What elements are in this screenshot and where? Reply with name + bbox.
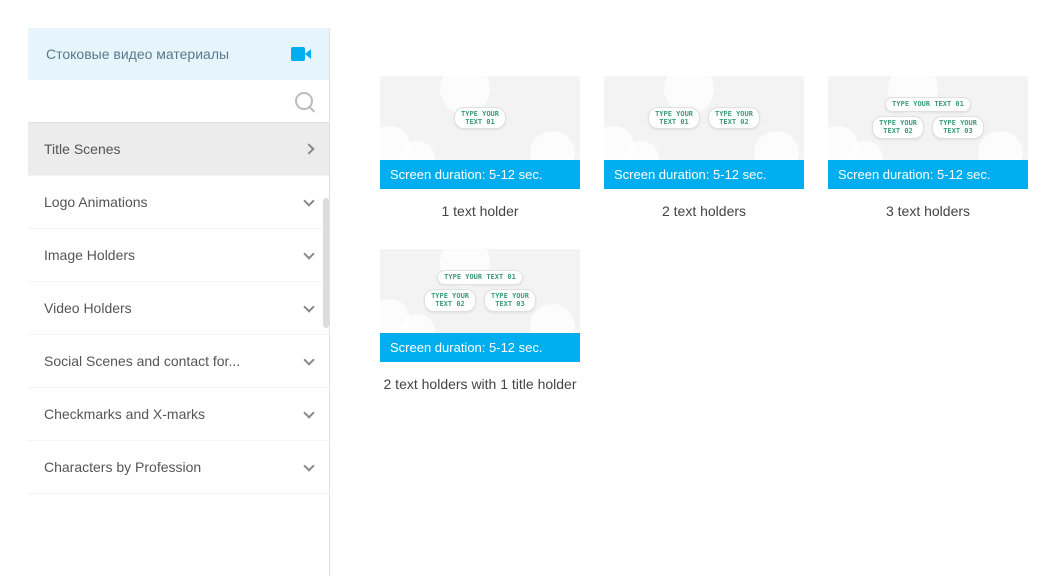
category-item[interactable]: Image Holders: [28, 229, 329, 282]
category-item[interactable]: Checkmarks and X-marks: [28, 388, 329, 441]
scene-caption: 1 text holder: [380, 203, 580, 219]
content-area: TYPE YOURTEXT 01 Screen duration: 5-12 se…: [330, 28, 1063, 576]
category-label: Title Scenes: [44, 141, 121, 157]
preview-text-tag: TYPE YOURTEXT 03: [932, 116, 984, 139]
stock-video-label: Стоковые видео материалы: [46, 46, 229, 62]
chevron-down-icon: [303, 460, 314, 471]
preview-text-tag: TYPE YOURTEXT 01: [648, 107, 700, 130]
preview-text-tag: TYPE YOUR TEXT 01: [885, 97, 971, 111]
category-item[interactable]: Social Scenes and contact for...: [28, 335, 329, 388]
preview-text-tag: TYPE YOURTEXT 02: [424, 289, 476, 312]
category-item[interactable]: Title Scenes: [28, 123, 329, 176]
preview-text-tag: TYPE YOURTEXT 01: [454, 107, 506, 130]
category-label: Image Holders: [44, 247, 135, 263]
category-label: Video Holders: [44, 300, 132, 316]
scene-caption: 2 text holders with 1 title holder: [380, 376, 580, 392]
chevron-down-icon: [303, 248, 314, 259]
category-label: Social Scenes and contact for...: [44, 353, 240, 369]
chevron-right-icon: [303, 143, 314, 154]
category-item[interactable]: Logo Animations: [28, 176, 329, 229]
scene-caption: 2 text holders: [604, 203, 804, 219]
category-item[interactable]: Video Holders: [28, 282, 329, 335]
scene-grid: TYPE YOURTEXT 01 Screen duration: 5-12 se…: [380, 76, 1039, 392]
scene-preview: TYPE YOURTEXT 01: [380, 76, 580, 160]
category-label: Characters by Profession: [44, 459, 201, 475]
category-item[interactable]: Characters by Profession: [28, 441, 329, 494]
duration-bar: Screen duration: 5-12 sec.: [828, 160, 1028, 189]
preview-text-tag: TYPE YOURTEXT 02: [872, 116, 924, 139]
chevron-down-icon: [303, 301, 314, 312]
search-row: [28, 80, 329, 123]
scene-card[interactable]: TYPE YOURTEXT 01 Screen duration: 5-12 se…: [380, 76, 580, 219]
scene-card[interactable]: TYPE YOURTEXT 01 TYPE YOURTEXT 02 Screen d…: [604, 76, 804, 219]
sidebar: Стоковые видео материалы Title Scenes Log…: [0, 28, 330, 576]
video-camera-icon: [291, 47, 311, 61]
category-label: Logo Animations: [44, 194, 148, 210]
preview-text-tag: TYPE YOURTEXT 03: [484, 289, 536, 312]
duration-bar: Screen duration: 5-12 sec.: [380, 333, 580, 362]
scene-preview: TYPE YOUR TEXT 01 TYPE YOURTEXT 02 TYPE YO…: [828, 76, 1028, 160]
chevron-down-icon: [303, 195, 314, 206]
category-list: Title Scenes Logo Animations Image Holders…: [28, 123, 329, 576]
chevron-down-icon: [303, 354, 314, 365]
sidebar-scrollbar[interactable]: [323, 198, 329, 328]
scene-card[interactable]: TYPE YOUR TEXT 01 TYPE YOURTEXT 02 TYPE YO…: [828, 76, 1028, 219]
chevron-down-icon: [303, 407, 314, 418]
category-label: Checkmarks and X-marks: [44, 406, 205, 422]
scene-caption: 3 text holders: [828, 203, 1028, 219]
stock-video-tab[interactable]: Стоковые видео материалы: [28, 28, 329, 80]
duration-bar: Screen duration: 5-12 sec.: [604, 160, 804, 189]
scene-preview: TYPE YOUR TEXT 01 TYPE YOURTEXT 02 TYPE YO…: [380, 249, 580, 333]
scene-preview: TYPE YOURTEXT 01 TYPE YOURTEXT 02: [604, 76, 804, 160]
preview-text-tag: TYPE YOUR TEXT 01: [437, 270, 523, 284]
search-icon[interactable]: [295, 92, 313, 110]
duration-bar: Screen duration: 5-12 sec.: [380, 160, 580, 189]
scene-card[interactable]: TYPE YOUR TEXT 01 TYPE YOURTEXT 02 TYPE YO…: [380, 249, 580, 392]
preview-text-tag: TYPE YOURTEXT 02: [708, 107, 760, 130]
search-input[interactable]: [44, 93, 295, 109]
